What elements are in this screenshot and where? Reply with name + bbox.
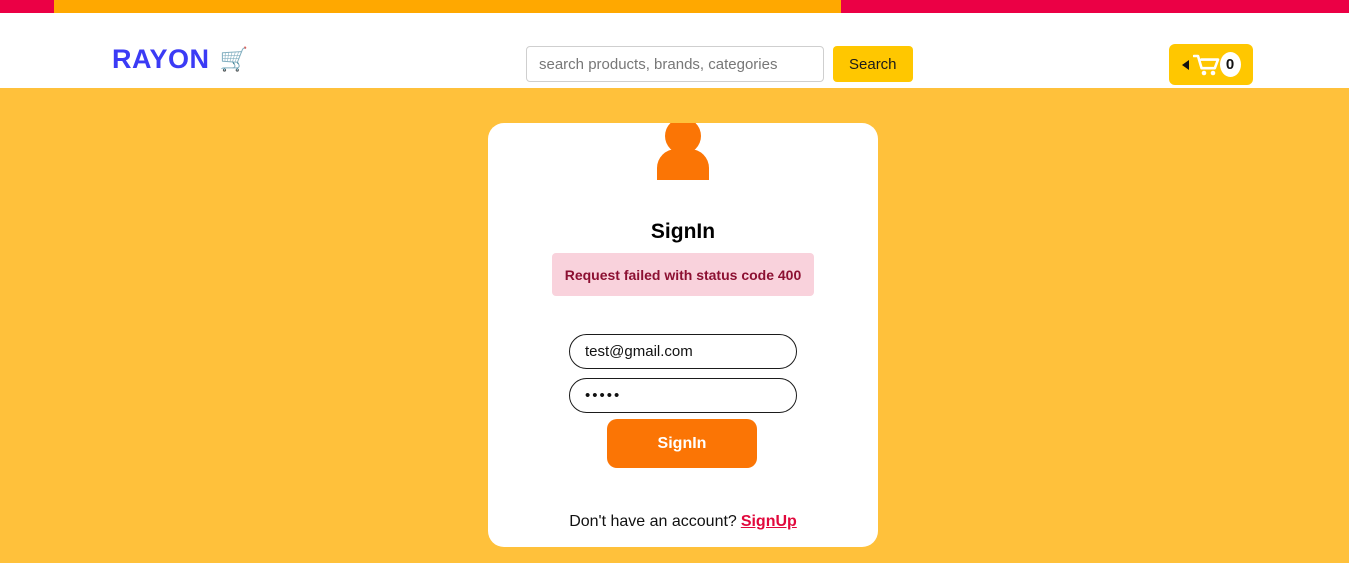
- signin-submit-button[interactable]: SignIn: [607, 419, 757, 468]
- password-input[interactable]: [569, 378, 797, 413]
- brand-name: RAYON: [112, 44, 210, 74]
- page-body: SignIn Request failed with status code 4…: [0, 88, 1349, 563]
- search-input[interactable]: [526, 46, 824, 82]
- signup-prompt: Don't have an account? SignUp: [488, 513, 878, 531]
- email-input[interactable]: [569, 334, 797, 369]
- cart-button[interactable]: 0: [1169, 44, 1253, 85]
- signin-card: SignIn Request failed with status code 4…: [488, 123, 878, 547]
- cart-count-badge: 0: [1219, 52, 1241, 77]
- top-accent-strip: [0, 0, 1349, 13]
- top-strip-segment-left: [0, 0, 54, 13]
- site-header: RAYON 🛒 Search 0: [0, 13, 1349, 88]
- top-strip-segment-right: [841, 0, 1349, 13]
- shopping-cart-icon: [1192, 54, 1221, 76]
- top-strip-segment-middle: [54, 0, 841, 13]
- signup-link[interactable]: SignUp: [741, 513, 797, 530]
- caret-left-icon: [1181, 59, 1189, 70]
- user-avatar-icon: [652, 123, 714, 180]
- page-title: SignIn: [650, 220, 716, 243]
- brand-logo[interactable]: RAYON 🛒: [112, 46, 248, 73]
- shopping-cart-icon: 🛒: [219, 46, 249, 72]
- signup-prompt-text: Don't have an account?: [569, 513, 737, 530]
- error-alert: Request failed with status code 400: [552, 253, 814, 296]
- search-button[interactable]: Search: [833, 46, 913, 82]
- search-bar: Search: [526, 46, 913, 82]
